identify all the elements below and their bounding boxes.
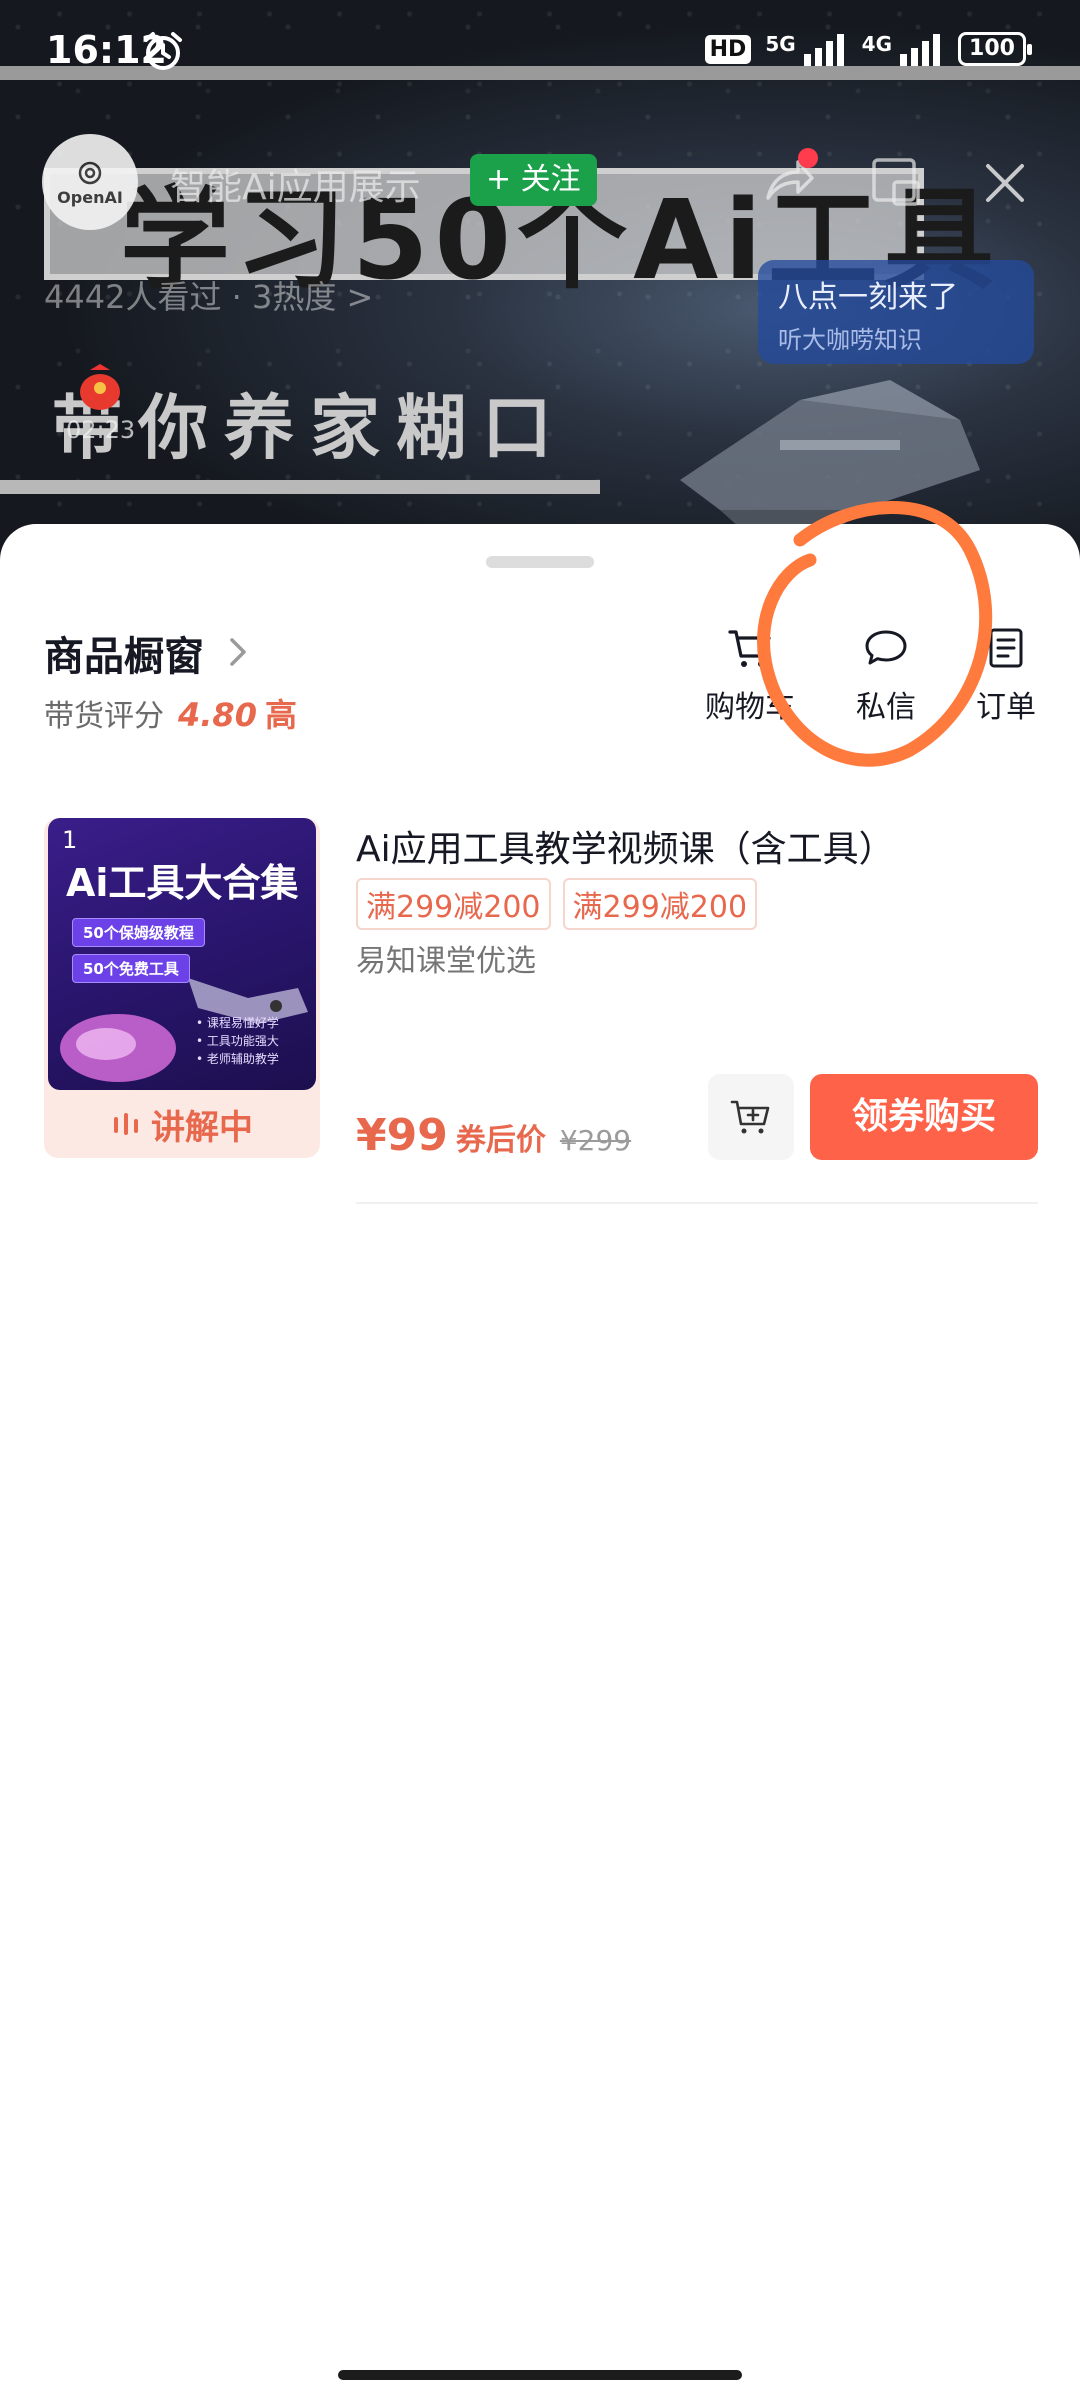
home-indicator[interactable] [338, 2370, 742, 2380]
battery-indicator: 100 [958, 32, 1032, 66]
cover-bullets: • 课程易懂好学 • 工具功能强大 • 老师辅助教学 [196, 1014, 279, 1068]
alarm-clock-icon [144, 32, 182, 70]
streamer-avatar[interactable]: OpenAI [42, 134, 138, 230]
viewer-count[interactable]: 4442人看过 · 3热度 > [44, 272, 373, 318]
product-showcase-sheet: 商品橱窗 带货评分 4.80 高 购物车 私信 订单 1 Ai工具大合集 50个… [0, 524, 1080, 2400]
live-bars-icon [114, 1113, 138, 1135]
price: ¥99 [356, 1110, 448, 1161]
rating-label: 带货评分 [44, 699, 164, 734]
promo-card[interactable]: 八点一刻来了 听大咖唠知识 [758, 260, 1034, 364]
signal-strength-icon [803, 34, 844, 66]
openai-logo-icon [78, 161, 102, 184]
product-index: 1 [62, 826, 78, 854]
cover-bullet: • 课程易懂好学 [196, 1016, 279, 1030]
sheet-drag-handle[interactable] [486, 556, 594, 568]
floating-window-icon[interactable] [870, 156, 922, 208]
cover-bullet: • 工具功能强大 [196, 1034, 279, 1048]
price-after-coupon-label: 券后价 [455, 1123, 546, 1158]
live-explaining-badge: 讲解中 [44, 1090, 320, 1158]
rating-value: 4.80 [178, 696, 257, 734]
avatar-label: OpenAI [57, 187, 123, 207]
signal-strength-icon [900, 34, 940, 66]
original-price: ¥299 [559, 1124, 632, 1157]
channel-name[interactable]: 智能Ai应用展示 [170, 158, 421, 210]
add-to-cart-button[interactable] [708, 1074, 794, 1160]
showcase-title[interactable]: 商品橱窗 [44, 624, 204, 682]
hd-voice-badge: HD [704, 34, 752, 64]
network-type-5g: 5G [765, 32, 796, 56]
coupon-tag[interactable]: 满299减200 [356, 878, 551, 930]
list-divider [356, 1202, 1038, 1204]
cover-bullet: • 老师辅助教学 [196, 1052, 279, 1066]
banner-stripe [0, 480, 600, 494]
share-notification-dot [798, 148, 818, 168]
annotation-circle [757, 501, 993, 767]
promo-title: 八点一刻来了 [778, 280, 958, 315]
cover-headline: Ai工具大合集 [66, 861, 299, 905]
live-status-text: 讲解中 [151, 1107, 253, 1148]
product-cover-art: 1 Ai工具大合集 50个保姆级教程 50个免费工具 • 课程易懂好学 • 工具… [48, 818, 316, 1090]
product-title[interactable]: Ai应用工具教学视频课（含工具） [356, 820, 895, 872]
claim-coupon-buy-button[interactable]: 领券购买 [810, 1074, 1038, 1160]
coupon-row: 满299减200 满299减200 [356, 878, 758, 930]
shop-source: 易知课堂优选 [356, 944, 536, 979]
cover-tag: 50个免费工具 [72, 954, 190, 983]
coupon-tag[interactable]: 满299减200 [562, 878, 758, 930]
sales-rating: 带货评分 4.80 高 [44, 690, 297, 736]
promo-subtitle: 听大咖唠知识 [778, 326, 922, 354]
follow-button[interactable]: + 关注 [470, 154, 597, 206]
red-packet-timer: 02:23 [66, 416, 136, 444]
cover-tag: 50个保姆级教程 [72, 918, 205, 947]
close-icon[interactable] [982, 160, 1028, 206]
network-type-4g: 4G [861, 32, 892, 56]
product-thumbnail[interactable]: 1 Ai工具大合集 50个保姆级教程 50个免费工具 • 课程易懂好学 • 工具… [44, 818, 320, 1158]
rating-grade: 高 [264, 696, 297, 734]
status-indicators: HD 5G 4G 100 [704, 32, 1032, 66]
status-bar: 16:12 HD 5G 4G 100 [0, 0, 1080, 100]
chevron-right-icon[interactable] [224, 634, 252, 670]
add-cart-icon [730, 1100, 770, 1134]
red-packet-icon[interactable] [74, 360, 126, 412]
price-row: ¥99 券后价 ¥299 [356, 1110, 631, 1161]
